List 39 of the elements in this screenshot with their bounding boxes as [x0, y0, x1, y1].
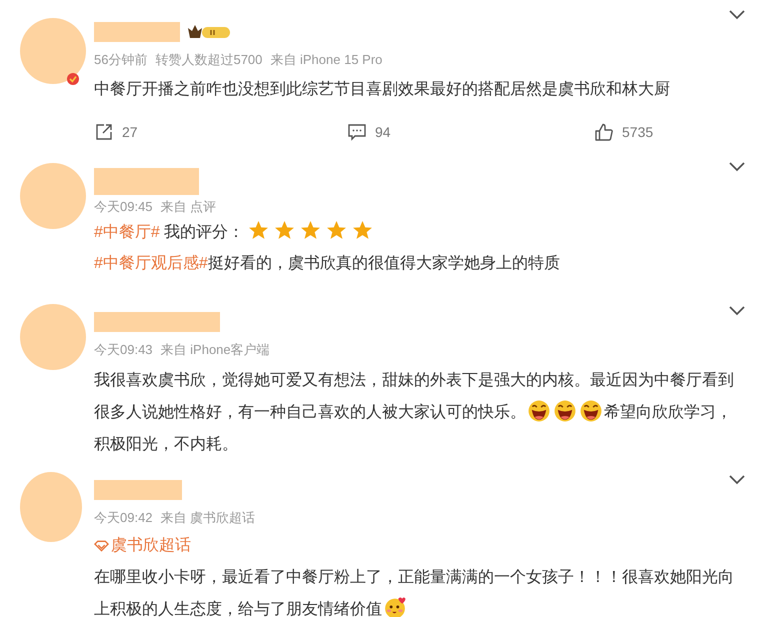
star-icon	[274, 220, 296, 241]
meta-text: 来自 iPhone客户端	[160, 341, 270, 359]
star-icon	[248, 220, 270, 241]
comment-text: 在哪里收小卡呀，最近看了中餐厅粉上了，正能量满满的一个女孩子！！！很喜欢她阳光向上积极的人生态度，给与了朋友情绪价值	[94, 568, 735, 617]
like-button[interactable]: 5735	[594, 122, 654, 142]
verified-badge-icon	[67, 73, 79, 85]
thumbs-up-icon	[594, 122, 614, 142]
share-button[interactable]: 27	[94, 122, 138, 142]
comment-text: #中餐厅# 我的评分：	[94, 219, 736, 247]
laughing-face-icon	[554, 400, 576, 422]
meta-text: 来自 iPhone 15 Pro	[270, 51, 382, 69]
meta-text: 今天09:45	[94, 198, 153, 216]
crown-badge-icon	[186, 24, 232, 40]
comment-button[interactable]: 94	[347, 122, 391, 142]
share-icon	[94, 122, 114, 142]
comment-text: #中餐厅观后感#挺好看的，虞书欣真的很值得大家学她身上的特质	[94, 254, 561, 274]
chevron-down-icon[interactable]	[729, 10, 745, 20]
chevron-down-icon[interactable]	[729, 162, 745, 172]
blushing-face-icon	[384, 597, 406, 617]
laughing-face-icon	[528, 400, 550, 422]
comment-text: 我很喜欢虞书欣，觉得她可爱又有想法，甜妹的外表下是强大的内核。最近因为中餐厅看到很多人说她性格好，有一种自己喜欢的人被大家认可的快乐。 希望向欣欣学习，积极阳光，不内耗。	[94, 370, 735, 455]
comment-icon	[347, 122, 367, 142]
meta-text: 来自 虞书欣超话	[160, 509, 256, 527]
star-icon	[300, 220, 322, 241]
laughing-face-icon	[580, 400, 602, 422]
chevron-down-icon[interactable]	[729, 306, 745, 316]
hashtag-link[interactable]: #中餐厅观后感#	[94, 255, 208, 272]
star-icon	[326, 220, 348, 241]
meta-text: 转赞人数超过5700	[155, 51, 262, 69]
meta-text: 今天09:43	[94, 341, 153, 359]
star-icon	[352, 220, 374, 241]
hashtag-link[interactable]: #中餐厅#	[94, 224, 160, 241]
comment-text: 中餐厅开播之前咋也没想到此综艺节目喜剧效果最好的搭配居然是虞书欣和林大厨	[94, 80, 671, 100]
chevron-down-icon[interactable]	[729, 475, 745, 485]
meta-text: 来自 点评	[160, 198, 216, 216]
meta-text: 56分钟前	[94, 51, 148, 69]
topic-link[interactable]: 虞书欣超话	[94, 535, 191, 556]
meta-text: 今天09:42	[94, 509, 153, 527]
diamond-icon	[94, 540, 109, 552]
